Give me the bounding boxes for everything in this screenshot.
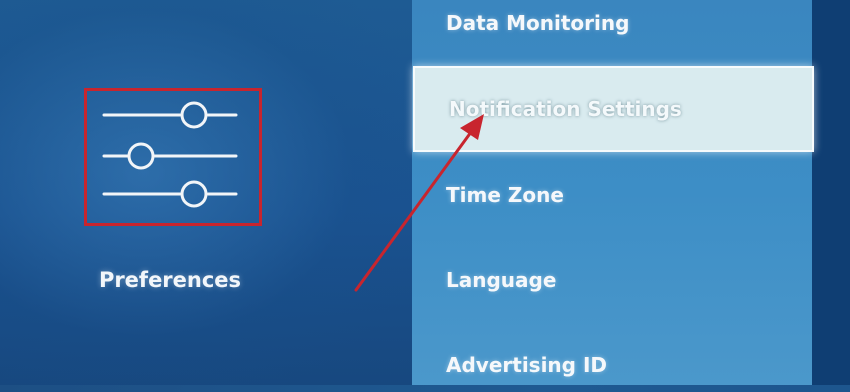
menu-item-language[interactable]: Language	[412, 253, 812, 307]
menu-item-data-monitoring[interactable]: Data Monitoring	[412, 0, 812, 50]
menu-item-notification-settings[interactable]: Notification Settings	[413, 66, 814, 152]
right-edge-background	[812, 0, 850, 385]
menu-item-advertising-id[interactable]: Advertising ID	[412, 338, 812, 392]
sliders-icon	[102, 101, 238, 208]
preferences-label[interactable]: Preferences	[60, 268, 280, 292]
menu-item-time-zone[interactable]: Time Zone	[412, 168, 812, 222]
